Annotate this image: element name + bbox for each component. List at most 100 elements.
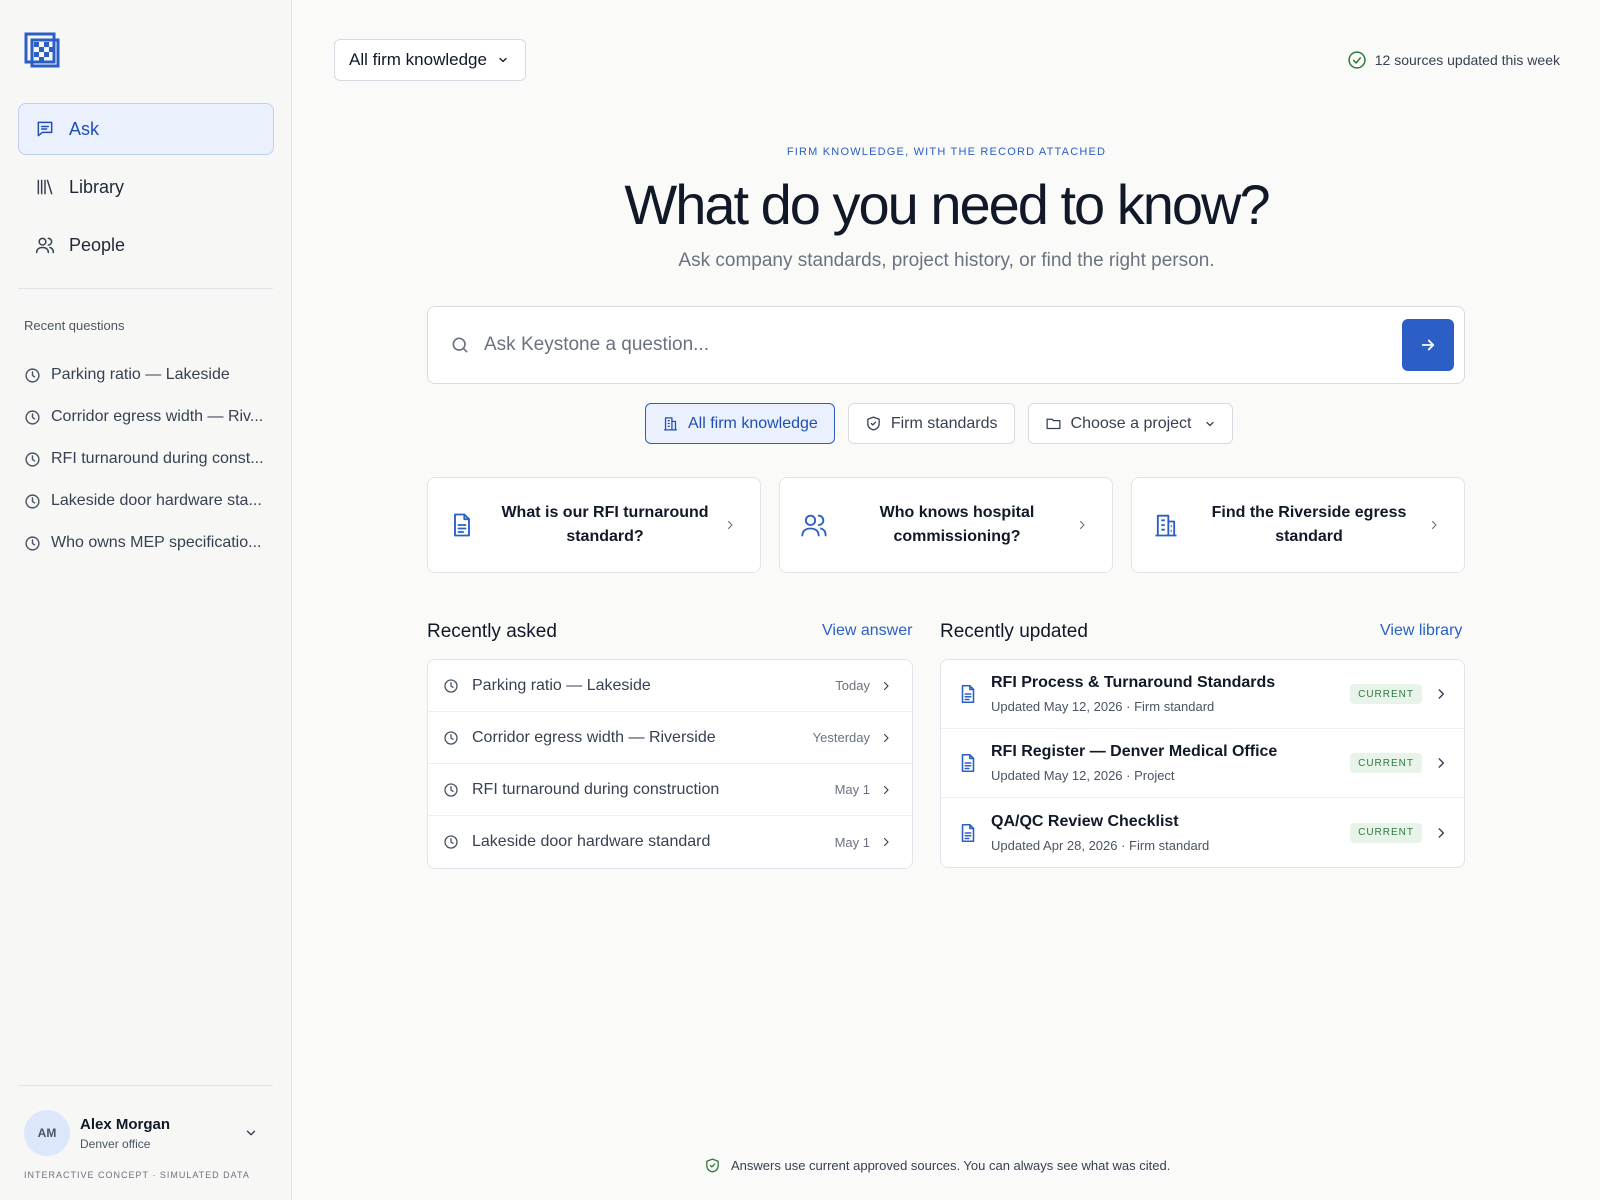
- clock-icon: [443, 678, 459, 694]
- recent-question-item[interactable]: Lakeside door hardware sta...: [24, 480, 274, 522]
- status-badge: CURRENT: [1350, 822, 1422, 843]
- recent-question-item[interactable]: Corridor egress width — Riv...: [24, 396, 274, 438]
- document-icon: [957, 822, 979, 844]
- suggestion-text: What is our RFI turnaround standard?: [501, 504, 709, 545]
- document-meta: Updated May 12, 2026 · Project: [991, 768, 1175, 783]
- document-meta: Updated Apr 28, 2026 · Firm standard: [991, 837, 1210, 853]
- chevron-right-icon: [724, 519, 736, 531]
- question-text: Corridor egress width — Riverside: [472, 728, 716, 746]
- shield-check-icon: [704, 1157, 721, 1174]
- keystone-logo[interactable]: [24, 32, 60, 68]
- nav-label: Ask: [69, 118, 100, 139]
- chevron-down-icon: [497, 54, 509, 66]
- sources-status: 12 sources updated this week: [1347, 50, 1560, 70]
- document-title: RFI Register — Denver Medical Office: [991, 743, 1278, 760]
- chevron-right-icon: [1428, 519, 1440, 531]
- user-name: Alex Morgan: [80, 1115, 171, 1133]
- check-circle-icon: [1347, 50, 1367, 70]
- list-item[interactable]: Corridor egress width — Riverside Yester…: [428, 712, 912, 764]
- arrow-right-icon: [1419, 336, 1437, 354]
- sources-status-text: 12 sources updated this week: [1374, 52, 1560, 68]
- document-title: RFI Process & Turnaround Standards: [991, 674, 1276, 691]
- recent-question-text: Who owns MEP specificatio...: [51, 534, 262, 551]
- chip-all-firm-knowledge[interactable]: All firm knowledge: [645, 403, 835, 444]
- question-text: RFI turnaround during construction: [472, 780, 720, 798]
- user-office: Denver office: [80, 1136, 151, 1151]
- question-text: Lakeside door hardware standard: [472, 833, 711, 850]
- knowledge-scope-dropdown[interactable]: All firm knowledge: [334, 39, 526, 81]
- ask-search-box: [427, 306, 1465, 384]
- timestamp: May 1: [834, 782, 870, 797]
- suggestion-card[interactable]: Who knows hospital commissioning?: [779, 477, 1113, 573]
- view-answer-link[interactable]: View answer: [822, 622, 912, 640]
- document-title: QA/QC Review Checklist: [991, 812, 1179, 830]
- chevron-right-icon: [880, 836, 892, 848]
- page-subtitle: Ask company standards, project history, …: [678, 250, 1215, 271]
- chip-label: All firm knowledge: [688, 414, 818, 432]
- suggestion-card[interactable]: Find the Riverside egress standard: [1131, 477, 1465, 573]
- recent-question-item[interactable]: RFI turnaround during const...: [24, 438, 274, 480]
- recently-asked-heading: Recently asked: [427, 621, 557, 642]
- shield-check-icon: [865, 415, 882, 432]
- status-badge: CURRENT: [1350, 684, 1422, 704]
- building-icon: [662, 415, 679, 432]
- chevron-right-icon: [1434, 826, 1448, 840]
- concept-note: INTERACTIVE CONCEPT · SIMULATED DATA: [24, 1170, 250, 1180]
- folder-icon: [1045, 415, 1062, 432]
- footnote-text: Answers use current approved sources. Yo…: [731, 1158, 1171, 1173]
- chip-label: Choose a project: [1070, 414, 1192, 432]
- chevron-right-icon: [880, 784, 892, 796]
- view-library-link[interactable]: View library: [1380, 622, 1462, 640]
- chevron-right-icon: [880, 680, 892, 692]
- clock-icon: [24, 493, 41, 510]
- sidebar-bottom-divider: [18, 1085, 273, 1086]
- clock-icon: [24, 367, 41, 384]
- list-item[interactable]: Parking ratio — Lakeside Today: [428, 660, 912, 712]
- document-meta: Updated May 12, 2026 · Firm standard: [991, 699, 1215, 714]
- suggestion-card[interactable]: What is our RFI turnaround standard?: [427, 477, 761, 573]
- scope-chips: All firm knowledge Firm standards Choose…: [645, 403, 1246, 444]
- recent-questions-heading: Recent questions: [24, 318, 125, 333]
- recently-updated-list: RFI Process & Turnaround Standards Updat…: [940, 659, 1465, 868]
- timestamp: Today: [835, 678, 870, 693]
- recently-updated-heading: Recently updated: [940, 621, 1088, 642]
- citation-footnote: Answers use current approved sources. Yo…: [704, 1157, 1170, 1174]
- recent-questions-list: Parking ratio — Lakeside Corridor egress…: [24, 354, 274, 564]
- submit-question-button[interactable]: [1402, 319, 1454, 371]
- list-item[interactable]: RFI Register — Denver Medical Office Upd…: [941, 729, 1464, 798]
- page-title: What do you need to know?: [624, 173, 1270, 236]
- recent-question-text: RFI turnaround during const...: [51, 450, 264, 467]
- list-item[interactable]: RFI turnaround during construction May 1: [428, 764, 912, 816]
- chip-firm-standards[interactable]: Firm standards: [847, 403, 1015, 444]
- document-icon: [957, 752, 979, 774]
- list-item[interactable]: RFI Process & Turnaround Standards Updat…: [941, 660, 1464, 729]
- chat-icon: [35, 119, 55, 139]
- status-badge: CURRENT: [1350, 753, 1422, 773]
- building-icon: [1152, 511, 1180, 539]
- timestamp: May 1: [834, 834, 870, 850]
- sidebar-divider: [18, 288, 273, 289]
- recent-question-item[interactable]: Who owns MEP specificatio...: [24, 522, 274, 564]
- document-icon: [448, 511, 476, 539]
- clock-icon: [24, 535, 41, 552]
- suggestion-cards: What is our RFI turnaround standard? Who…: [427, 477, 1465, 573]
- chevron-right-icon: [1434, 756, 1448, 770]
- avatar: AM: [24, 1110, 70, 1156]
- search-icon: [450, 335, 470, 355]
- list-item[interactable]: QA/QC Review Checklist Updated Apr 28, 2…: [941, 798, 1464, 867]
- user-menu[interactable]: AM Alex Morgan Denver office: [24, 1110, 274, 1156]
- chip-choose-project[interactable]: Choose a project: [1027, 403, 1233, 444]
- chevron-down-icon: [244, 1126, 258, 1140]
- list-item[interactable]: Lakeside door hardware standard May 1: [428, 816, 912, 868]
- recently-asked-list: Parking ratio — Lakeside Today Corridor …: [427, 659, 913, 869]
- hero-eyebrow: FIRM KNOWLEDGE, WITH THE RECORD ATTACHED: [786, 146, 1107, 158]
- clock-icon: [443, 782, 459, 798]
- recent-question-text: Parking ratio — Lakeside: [51, 366, 230, 383]
- recent-question-item[interactable]: Parking ratio — Lakeside: [24, 354, 274, 396]
- ask-input[interactable]: [484, 334, 1364, 356]
- clock-icon: [443, 730, 459, 746]
- timestamp: Yesterday: [812, 730, 870, 745]
- suggestion-text: Find the Riverside egress standard: [1211, 504, 1407, 545]
- clock-icon: [24, 451, 41, 468]
- clock-icon: [24, 409, 41, 426]
